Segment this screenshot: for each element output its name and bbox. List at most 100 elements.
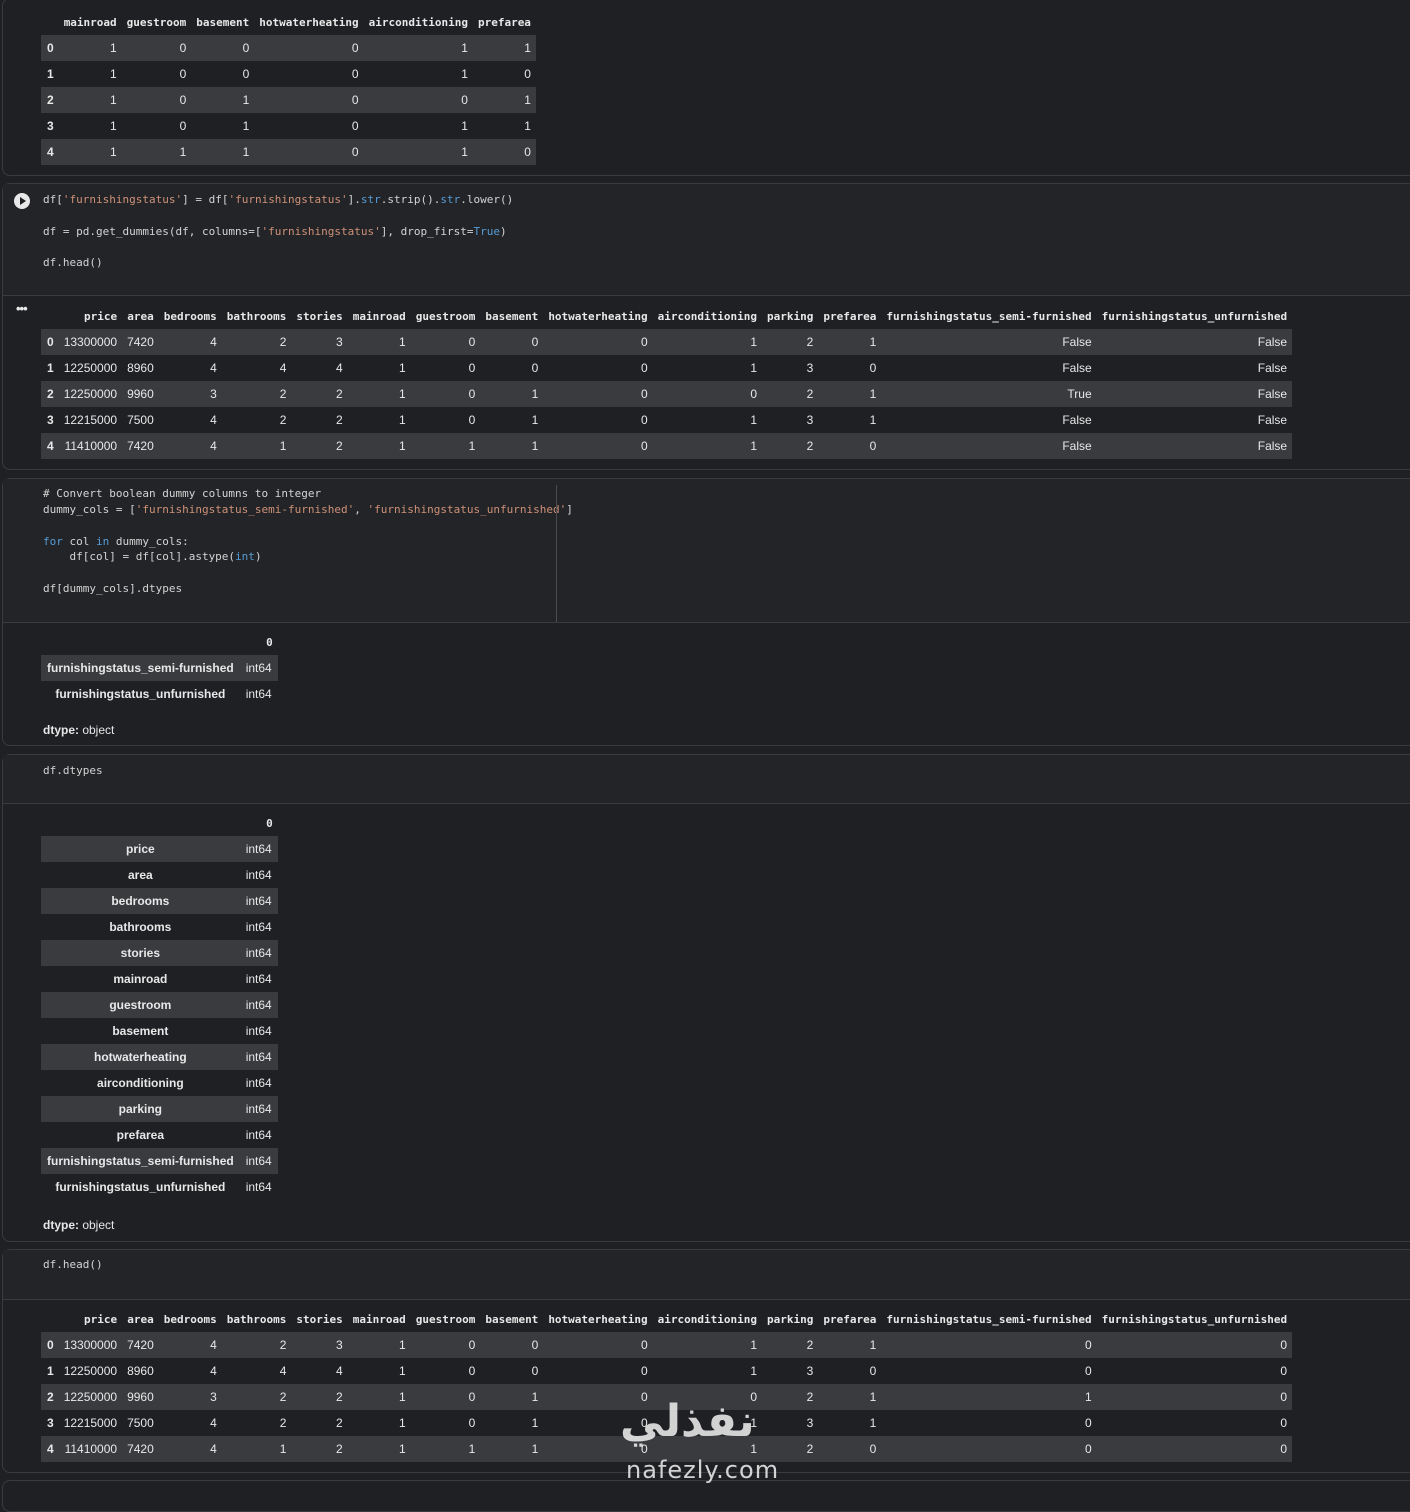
table-cell: 1 (191, 139, 255, 165)
more-options-icon[interactable]: ••• (16, 301, 28, 316)
table-cell: 0 (1280, 1416, 1288, 1430)
table-cell: 1 (480, 1384, 544, 1410)
table-cell: False (1096, 381, 1293, 407)
table-cell: False (881, 433, 1097, 459)
table-row: 4111010 (41, 139, 536, 165)
table-cell: 3 (291, 1332, 348, 1358)
table-cell: 0 (1096, 1436, 1293, 1462)
row-label: furnishingstatus_semi-furnished (41, 1148, 240, 1174)
table-row: 2 12250000 9960 3 2 2 1 0 1 0 0 2 1 True False (41, 381, 1293, 407)
table-cell: 0 (543, 1332, 653, 1358)
table-cell: 0 (179, 119, 187, 133)
code-editor[interactable]: df.dtypes (3, 755, 1410, 803)
column-header: parking (767, 309, 814, 323)
dtype-value: int64 (239, 655, 278, 681)
column-header: guestroom (415, 1312, 476, 1326)
code-editor[interactable]: df['furnishingstatus'] = df['furnishings… (3, 184, 1410, 295)
table-cell: 1 (750, 361, 757, 375)
row-label: bathrooms (109, 920, 172, 934)
table-cell: 1 (58, 139, 122, 165)
table-cell: 9960 (122, 381, 159, 407)
dataframe-table-1: mainroad guestroom basement hotwaterheating… (41, 9, 536, 165)
run-cell-button[interactable] (14, 193, 30, 209)
dtype-value: int64 (245, 1076, 272, 1090)
column-header: prefarea (823, 309, 877, 323)
series-table-2: 0 price int64 area int64 bedrooms int64 bathroo… (41, 810, 278, 1200)
table-row: hotwaterheating int64 (41, 1044, 278, 1070)
code-line-3: df.head() (43, 256, 103, 269)
table-row: 1 1 0 0 0 1 0 (41, 61, 536, 87)
table-row: 2101001 (41, 87, 536, 113)
row-index: 2 (41, 1384, 59, 1410)
table-cell: 12215000 (63, 413, 118, 427)
table-cell: 4 (336, 361, 343, 375)
column-header: hotwaterheating (548, 1312, 648, 1326)
dtype-value: int64 (245, 920, 272, 934)
table-cell: 1 (410, 1436, 481, 1462)
table-cell: 0 (640, 1364, 648, 1378)
table-row: area int64 (41, 862, 278, 888)
table-cell: 0 (480, 1332, 544, 1358)
table-cell: 7420 (122, 1436, 159, 1462)
table-cell: 1 (652, 433, 762, 459)
column-header: furnishingstatus_semi-furnished (886, 309, 1092, 323)
table-cell: 1 (652, 329, 762, 355)
table-row: airconditioning int64 (41, 1070, 278, 1096)
table-cell: 0 (363, 87, 473, 113)
table-cell: 0 (254, 87, 364, 113)
table-cell: 0 (1084, 1364, 1092, 1378)
table-row: parking int64 (41, 1096, 278, 1122)
table-cell: 4 (210, 413, 217, 427)
table-cell: 0 (121, 87, 192, 113)
table-cell: 1 (750, 413, 757, 427)
table-cell: 2 (336, 413, 343, 427)
code-editor[interactable]: # Convert boolean dummy columns to integ… (3, 479, 1410, 622)
table-cell: 1 (109, 119, 117, 133)
table-cell: 1 (818, 329, 882, 355)
table-cell: 2 (336, 1416, 343, 1430)
column-header (41, 9, 59, 35)
column-header: basement (485, 1312, 539, 1326)
column-header: guestroom (126, 15, 187, 29)
row-index: 1 (47, 361, 54, 375)
row-label: furnishingstatus_unfurnished (55, 687, 226, 701)
table-cell: 3 (158, 1384, 222, 1410)
table-cell: 0 (652, 381, 762, 407)
table-cell: 3 (806, 413, 814, 427)
watermark-url: nafezly.com (626, 1456, 780, 1484)
output-cell-1: mainroad guestroom basement hotwaterheating… (2, 0, 1410, 176)
column-header: stories (296, 1312, 343, 1326)
table-cell: False (1062, 413, 1092, 427)
table-row: furnishingstatus_semi-furnished int64 (41, 1148, 278, 1174)
row-label: price (41, 836, 240, 862)
column-header: airconditioning (657, 1312, 757, 1326)
table-cell: 1 (818, 1332, 882, 1358)
watermark-logo: نفذلي nafezly.com (620, 1396, 790, 1491)
table-cell: 1 (480, 433, 544, 459)
table-cell: 0 (524, 67, 531, 81)
code-line-1: df.head() (43, 1258, 103, 1271)
code-line-4: df[col] = df[col].astype(int) (43, 550, 262, 563)
table-cell: 1 (869, 413, 877, 427)
row-label: furnishingstatus_unfurnished (55, 1180, 226, 1194)
row-label: bedrooms (41, 888, 240, 914)
table-cell: 1 (221, 1436, 292, 1462)
table-cell: 4 (158, 1436, 222, 1462)
table-cell: 0 (818, 433, 882, 459)
table-row: 1 12250000 8960 4 4 4 1 0 0 0 1 3 0 False False (41, 355, 1292, 381)
column-header: airconditioning (657, 309, 757, 323)
row-label: airconditioning (97, 1076, 184, 1090)
table-cell: 2 (279, 1416, 287, 1430)
table-cell: 1 (347, 1436, 411, 1462)
table-cell: 0 (254, 139, 364, 165)
column-header: prefarea (823, 1312, 877, 1326)
code-editor[interactable]: df.head() (3, 1250, 1410, 1299)
table-cell: 3 (158, 381, 222, 407)
column-header: area (127, 309, 154, 323)
column-header: price (83, 309, 118, 323)
table-cell: 0 (468, 413, 476, 427)
dtype-value: int64 (239, 888, 278, 914)
table-row: 3 12215000 7500 4 2 2 1 0 1 0 1 3 1 False False (41, 407, 1292, 433)
editor-ruler (556, 485, 557, 622)
column-header: airconditioning (368, 15, 468, 29)
